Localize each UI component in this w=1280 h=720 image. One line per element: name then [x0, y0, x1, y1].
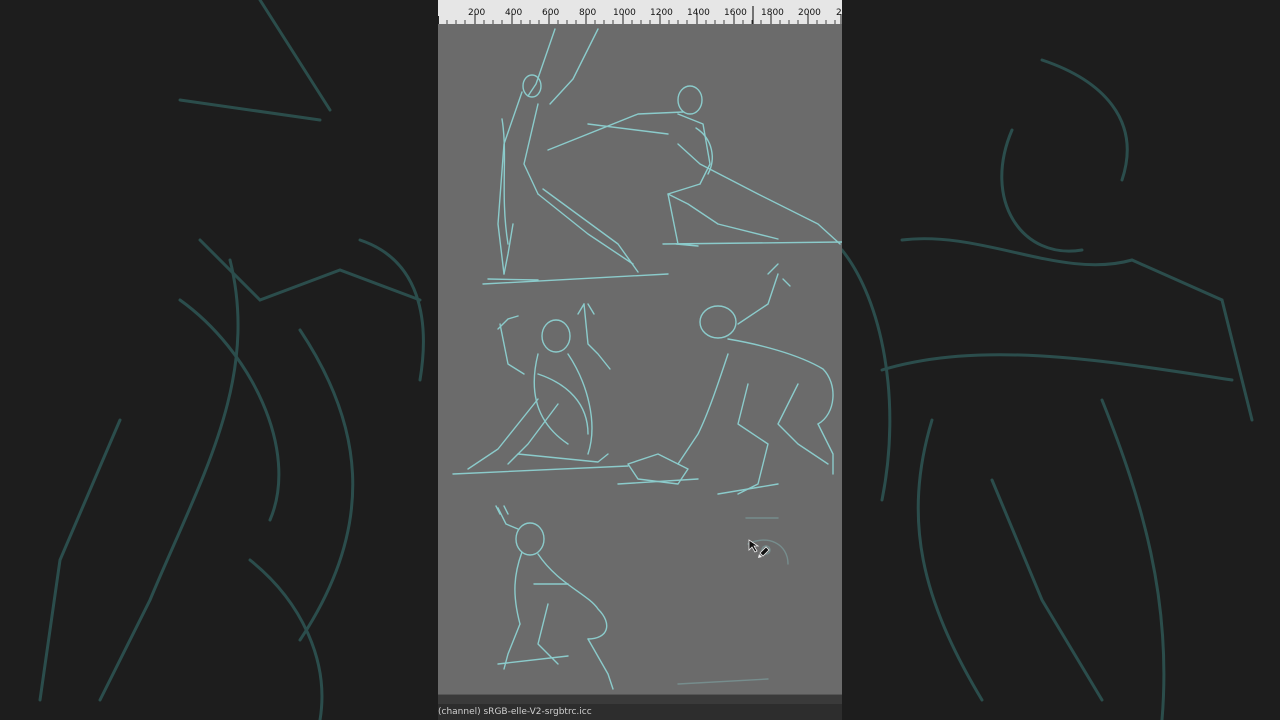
gesture-sketches	[452, 28, 842, 690]
drawing-canvas[interactable]	[438, 24, 842, 694]
sketch-figure-arching	[482, 28, 669, 285]
ruler-label: 1800	[761, 8, 784, 18]
background-right-blurred	[842, 0, 1280, 720]
ruler-label: 1600	[724, 8, 747, 18]
ruler-label: 200	[468, 8, 486, 18]
status-bar: (channel) sRGB-elle-V2-srgbtrc.icc	[438, 704, 842, 720]
ruler-label: 400	[505, 8, 523, 18]
brush-cursor-icon	[747, 538, 771, 562]
background-sketch-left	[38, 0, 425, 720]
background-left-blurred	[0, 0, 438, 720]
color-profile-text: (channel) sRGB-elle-V2-srgbtrc.icc	[438, 707, 592, 717]
ruler-label: 800	[579, 8, 597, 18]
ruler-label: 2	[836, 8, 842, 18]
sketch-faint-scribble	[677, 517, 789, 685]
ruler-label: 1000	[613, 8, 636, 18]
ruler-label: 1400	[687, 8, 710, 18]
ruler-label: 600	[542, 8, 560, 18]
background-sketch-right	[842, 58, 1254, 720]
sketch-figure-kneeling	[495, 505, 614, 690]
sketch-figure-lunging	[547, 85, 842, 247]
ruler-label: 1200	[650, 8, 673, 18]
horizontal-ruler[interactable]: 200 400 600 800 1000 1200 1400 1600 1800…	[438, 0, 842, 25]
ruler-label: 2000	[798, 8, 821, 18]
sketch-figure-seated-hands-up	[452, 303, 629, 475]
painting-app-window: 200 400 600 800 1000 1200 1400 1600 1800…	[438, 0, 842, 720]
sketch-figure-crouching	[617, 263, 834, 495]
